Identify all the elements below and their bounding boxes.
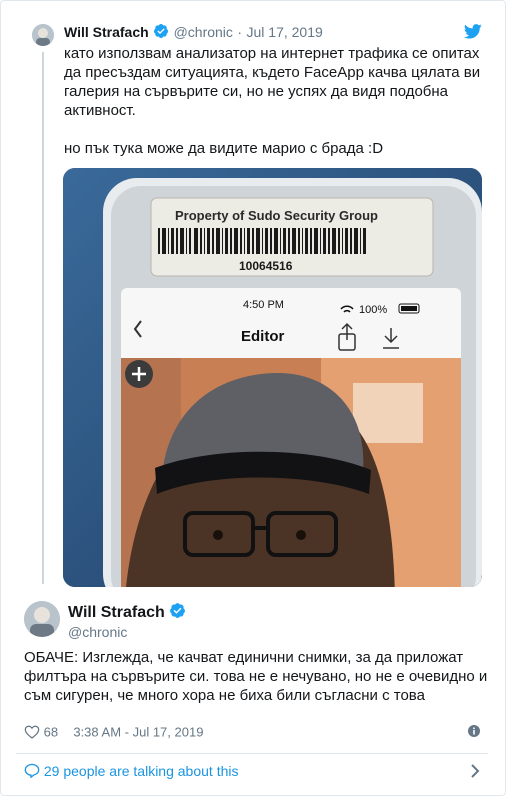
chevron-right-icon[interactable]	[470, 764, 480, 783]
tweet-photo[interactable]: Property of Sudo Security Group 10064516…	[63, 168, 482, 587]
like-count[interactable]: 68	[44, 725, 58, 740]
tweet1-date[interactable]: Jul 17, 2019	[247, 24, 323, 40]
sticker-label: Property of Sudo Security Group	[175, 208, 378, 223]
footer-divider	[16, 753, 488, 754]
tweet1-header: Will Strafach @chronic · Jul 17, 2019	[64, 23, 323, 41]
tweet1-paragraph: но пък тука може да видите марио с брада…	[64, 140, 384, 157]
tweet2-avatar[interactable]	[24, 601, 60, 637]
status-battery: 100%	[359, 304, 387, 316]
status-time: 4:50 PM	[243, 299, 284, 311]
thread-connector-line	[42, 52, 44, 584]
heart-icon[interactable]	[24, 725, 44, 740]
tweet1-avatar[interactable]	[32, 24, 54, 46]
verified-badge-icon	[169, 602, 186, 625]
tweet-meta-row: 68 3:38 AM - Jul 17, 2019	[24, 723, 203, 741]
phone-photo-illustration: Property of Sudo Security Group 10064516…	[63, 168, 482, 587]
tweet1-author-name[interactable]: Will Strafach	[64, 24, 149, 40]
verified-badge-icon	[153, 23, 169, 44]
talking-about-text[interactable]: 29 people are talking about this	[44, 763, 239, 779]
tweet2-author-name[interactable]: Will Strafach	[68, 604, 165, 621]
barcode-number: 10064516	[239, 259, 293, 273]
tweet1-handle[interactable]: @chronic	[174, 24, 233, 40]
editor-title: Editor	[241, 328, 284, 345]
tweet2-text: ОБАЧЕ: Изглежда, че качват единични сним…	[24, 649, 488, 704]
tweet1-text: като използвам анализатор на интернет тр…	[64, 44, 488, 177]
info-icon[interactable]	[468, 724, 480, 742]
twitter-bird-icon[interactable]	[463, 24, 482, 44]
tweet2-handle[interactable]: @chronic	[68, 623, 127, 641]
talking-about-link[interactable]: 29 people are talking about this	[24, 762, 238, 780]
tweet-timestamp[interactable]: 3:38 AM - Jul 17, 2019	[73, 725, 203, 740]
tweet2-author: Will Strafach	[68, 602, 186, 625]
tweet1-paragraph: като използвам анализатор на интернет тр…	[64, 45, 481, 119]
tweet1-separator: ·	[237, 24, 243, 40]
speech-bubble-icon	[24, 763, 44, 779]
